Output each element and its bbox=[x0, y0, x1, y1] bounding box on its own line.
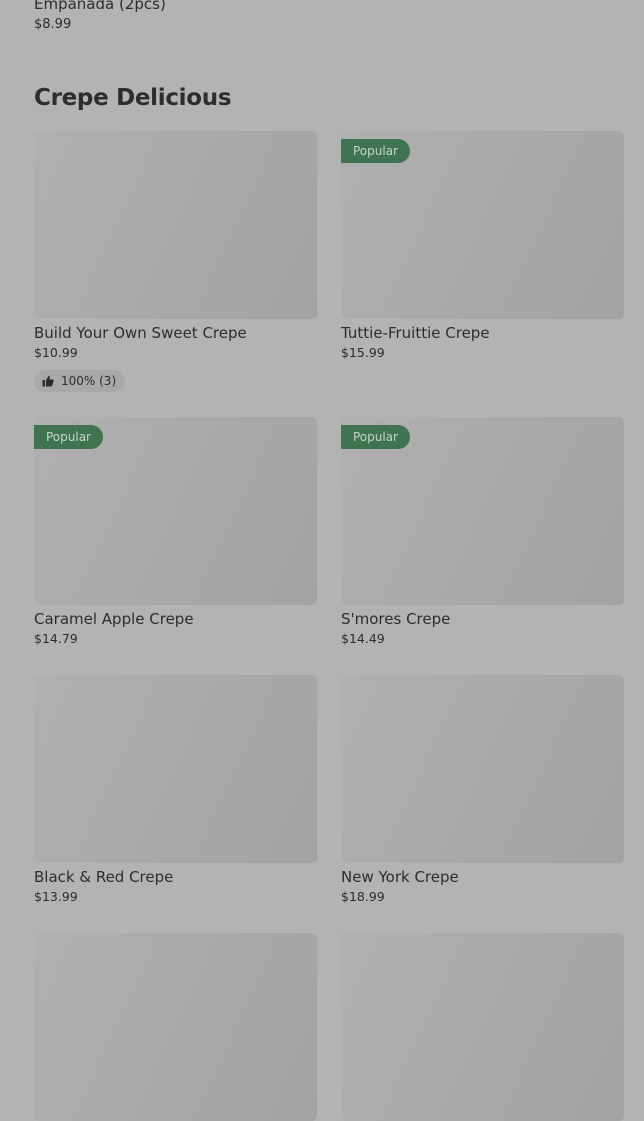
item-price: $15.99 bbox=[341, 345, 385, 360]
popular-badge: Popular bbox=[341, 139, 410, 163]
item-image[interactable]: Popular bbox=[34, 417, 317, 605]
rating-badge: 100% (3) bbox=[34, 370, 126, 392]
item-image[interactable] bbox=[34, 933, 317, 1121]
item-name: S'mores Crepe bbox=[341, 610, 451, 628]
menu-item-card[interactable]: Popular S'mores Crepe $14.49 bbox=[341, 417, 624, 647]
item-image[interactable] bbox=[341, 933, 624, 1121]
menu-item-card[interactable] bbox=[341, 933, 624, 1121]
menu-item-card[interactable]: Popular Tuttie-Fruittie Crepe $15.99 bbox=[341, 131, 624, 361]
section-title: Crepe Delicious bbox=[34, 85, 232, 111]
item-name: Black & Red Crepe bbox=[34, 868, 174, 886]
item-price: $18.99 bbox=[341, 889, 385, 904]
popular-badge: Popular bbox=[341, 425, 410, 449]
item-image[interactable]: Popular bbox=[341, 417, 624, 605]
item-name: Build Your Own Sweet Crepe bbox=[34, 324, 247, 342]
item-price: $8.99 bbox=[34, 17, 72, 32]
item-price: $13.99 bbox=[34, 889, 78, 904]
item-price: $10.99 bbox=[34, 345, 78, 360]
menu-item-card[interactable]: Build Your Own Sweet Crepe $10.99 100% (… bbox=[34, 131, 317, 392]
item-price: $14.79 bbox=[34, 631, 78, 646]
menu-item-card[interactable]: New York Crepe $18.99 bbox=[341, 675, 624, 905]
item-image[interactable]: Popular bbox=[341, 131, 624, 319]
popular-badge: Popular bbox=[34, 425, 103, 449]
thumbs-up-icon bbox=[42, 375, 54, 387]
item-name: Empanada (2pcs) bbox=[34, 0, 166, 13]
item-name: Tuttie-Fruittie Crepe bbox=[341, 324, 490, 342]
menu-item-empanada[interactable]: Empanada (2pcs) $8.99 bbox=[34, 0, 614, 33]
item-image[interactable] bbox=[341, 675, 624, 863]
item-price: $14.49 bbox=[341, 631, 385, 646]
item-image[interactable] bbox=[34, 131, 317, 319]
item-image[interactable] bbox=[34, 675, 317, 863]
menu-item-card[interactable] bbox=[34, 933, 317, 1121]
rating-text: 100% (3) bbox=[61, 374, 117, 388]
item-name: New York Crepe bbox=[341, 868, 459, 886]
item-name: Caramel Apple Crepe bbox=[34, 610, 194, 628]
menu-item-card[interactable]: Popular Caramel Apple Crepe $14.79 bbox=[34, 417, 317, 647]
menu-item-card[interactable]: Black & Red Crepe $13.99 bbox=[34, 675, 317, 905]
